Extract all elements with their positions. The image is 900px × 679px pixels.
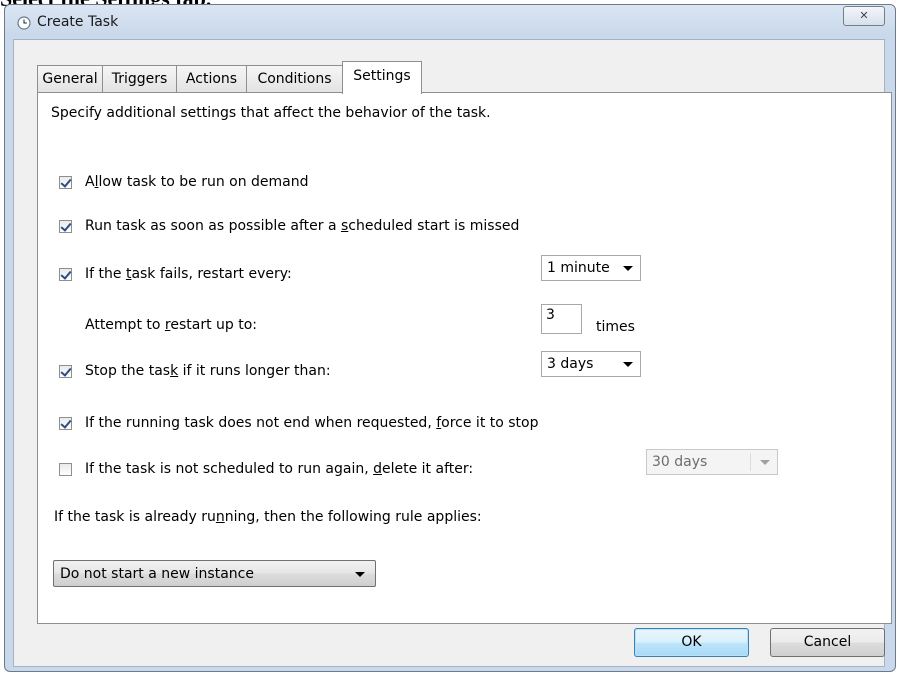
stop-duration-select[interactable]: 3 days [541,351,641,377]
title-bar: Create Task ✕ [5,5,895,39]
run-missed-checkbox[interactable] [59,220,72,233]
stop-if-longer-checkbox[interactable] [59,365,72,378]
instance-rule-select[interactable]: Do not start a new instance [53,560,376,587]
restart-attempts-input[interactable]: 3 [541,304,582,334]
cancel-button[interactable]: Cancel [770,628,885,657]
tab-label: Triggers [111,71,168,87]
restart-attempts-label: Attempt to restart up to: [85,317,258,333]
chevron-down-icon [760,460,770,465]
tab-conditions[interactable]: Conditions [246,65,343,93]
running-rule-label: If the task is already running, then the… [54,509,482,525]
stop-if-longer-label: Stop the task if it runs longer than: [85,363,331,379]
close-icon: ✕ [859,10,869,22]
stop-duration-value: 3 days [547,356,594,372]
delete-after-value: 30 days [652,454,708,470]
ok-button[interactable]: OK [634,628,749,657]
combo-divider [750,453,751,471]
allow-on-demand-checkbox[interactable] [59,176,72,189]
times-label: times [596,319,635,335]
tab-label: General [42,71,98,87]
chevron-down-icon [623,362,633,367]
chevron-down-icon [623,266,633,271]
tab-triggers[interactable]: Triggers [102,65,177,93]
force-stop-checkbox[interactable] [59,417,72,430]
restart-interval-value: 1 minute [547,260,610,276]
restart-interval-select[interactable]: 1 minute [541,255,641,281]
tab-settings[interactable]: Settings [342,61,422,94]
instance-rule-value: Do not start a new instance [60,566,254,582]
create-task-dialog: Create Task ✕ General Triggers Actions C… [4,4,896,672]
tab-label: Actions [185,71,238,87]
close-button[interactable]: ✕ [843,6,885,26]
tab-label: Conditions [257,71,332,87]
run-missed-label: Run task as soon as possible after a sch… [85,218,520,234]
restart-on-fail-checkbox[interactable] [59,268,72,281]
allow-on-demand-label: Allow task to be run on demand [85,174,309,190]
settings-panel: Specify additional settings that affect … [37,92,892,624]
tab-actions[interactable]: Actions [176,65,247,93]
restart-on-fail-label: If the task fails, restart every: [85,266,292,282]
window-title: Create Task [37,14,119,30]
force-stop-label: If the running task does not end when re… [85,415,539,431]
chevron-down-icon [355,572,365,577]
delete-after-select[interactable]: 30 days [646,449,778,475]
tab-label: Settings [353,68,411,84]
settings-description: Specify additional settings that affect … [51,105,491,121]
restart-attempts-value: 3 [546,307,555,323]
delete-after-checkbox[interactable] [59,463,72,476]
delete-after-label: If the task is not scheduled to run agai… [85,461,474,477]
tab-general[interactable]: General [37,65,103,93]
clock-icon [17,16,31,30]
dialog-body: General Triggers Actions Conditions Sett… [13,39,892,667]
